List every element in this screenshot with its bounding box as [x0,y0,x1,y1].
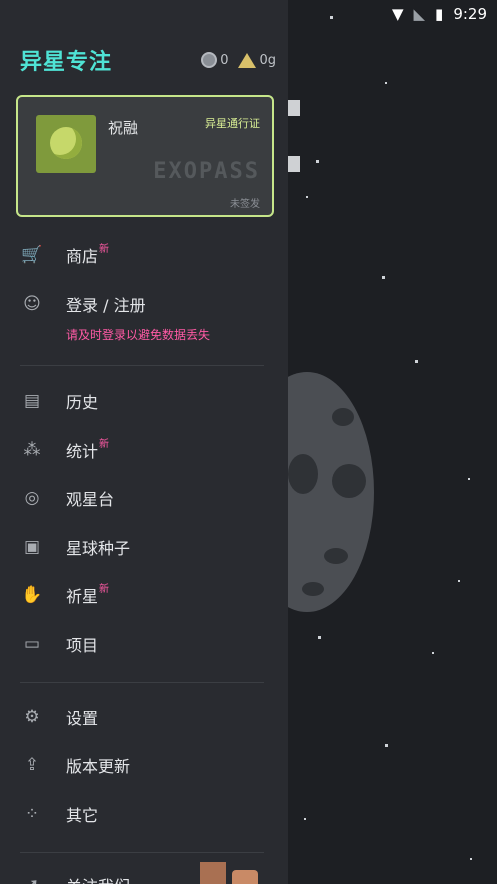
menu-label: 关注我们 [66,873,130,884]
drawer-header: 异星专注 0 0g [20,40,276,80]
star [382,276,385,279]
edge-marker [288,156,300,172]
star [318,636,321,639]
stats-icon: ⁂ [23,440,41,460]
currency-bar: 0 0g [201,52,276,68]
exopass-card[interactable]: 祝融 异星通行证 EXOPASS 未签发 [16,95,274,217]
upload-icon: ⇪ [24,755,40,775]
star [330,16,333,19]
menu-label: 星球种子 [66,539,131,558]
person-avatar [200,862,226,884]
menu-label: 其它 [66,806,99,825]
folder-icon: ▭ [23,634,41,654]
menu-item-wish[interactable]: ✋ 祈星 新 [20,582,109,608]
coin-counter[interactable]: 0 [201,52,228,68]
new-badge: 新 [99,583,110,595]
divider [20,852,264,853]
wish-hand-icon: ✋ [21,585,43,605]
star [432,652,434,654]
menu-item-stats[interactable]: ⁂ 统计 新 [20,437,110,463]
person-avatar [232,870,258,884]
menu-label: 商店 [66,247,99,266]
coin-count: 0 [220,52,229,68]
gold-icon [238,52,257,68]
star [304,818,306,820]
app-title: 异星专注 [20,50,113,75]
pass-title: 异星通行证 [205,117,260,130]
crater [324,548,348,564]
user-icon: ☺ [23,294,41,314]
menu-label: 统计 [66,442,99,461]
battery-icon: ▮ [435,5,444,23]
history-icon: ▤ [23,391,41,411]
edge-marker [288,100,300,116]
crater [302,582,324,596]
wifi-icon: ▼ [391,5,404,23]
menu-item-observatory[interactable]: ◎ 观星台 [20,485,114,511]
planet-seed-icon: ▣ [23,537,41,557]
grid-icon: ⁘ [24,804,40,824]
menu-item-projects[interactable]: ▭ 项目 [20,631,98,657]
star [385,82,387,84]
crater [332,464,366,498]
menu-item-update[interactable]: ⇪ 版本更新 [20,752,130,778]
menu-label: 项目 [66,636,99,655]
gold-count: 0g [259,52,276,68]
star [306,196,308,198]
divider [20,682,264,683]
new-badge: 新 [99,438,110,450]
menu-label: 祈星 [66,587,99,606]
star [316,160,319,163]
coin-icon [201,52,218,68]
menu-label: 版本更新 [66,757,131,776]
menu-item-about[interactable]: ➚ 关注我们 [20,872,130,884]
star [468,478,470,480]
cart-icon: 🛒 [21,245,43,265]
login-warning: 请及时登录以避免数据丢失 [66,328,211,342]
navigation-drawer: 异星专注 0 0g 祝融 异星通行证 EXOPASS 未签发 🛒 商店 新 ☺ … [0,0,288,884]
crater [332,408,354,426]
crater [288,454,318,494]
star [458,580,460,582]
menu-label: 观星台 [66,490,115,509]
menu-item-planet-seed[interactable]: ▣ 星球种子 [20,534,130,560]
gold-counter[interactable]: 0g [238,52,276,68]
avatar [36,115,96,173]
menu-label: 登录 / 注册 [66,296,146,315]
pass-brand-watermark: EXOPASS [153,159,260,184]
menu-item-history[interactable]: ▤ 历史 [20,388,98,414]
team-avatars [200,862,270,884]
pass-status: 未签发 [230,199,260,210]
star [385,744,388,747]
menu-item-settings[interactable]: ⚙ 设置 [20,704,98,730]
menu-item-login[interactable]: ☺ 登录 / 注册 [20,291,146,317]
star [415,360,418,363]
star [470,858,472,860]
menu-label: 历史 [66,393,99,412]
status-time: 9:29 [453,5,487,23]
menu-item-other[interactable]: ⁘ 其它 [20,801,98,827]
user-name: 祝融 [108,119,139,137]
share-icon: ➚ [20,874,44,884]
divider [20,365,264,366]
menu-label: 设置 [66,709,99,728]
observatory-icon: ◎ [24,488,40,508]
signal-icon: ◣ [413,5,426,23]
menu-item-shop[interactable]: 🛒 商店 新 [20,242,109,268]
gear-icon: ⚙ [24,707,40,727]
new-badge: 新 [99,243,110,255]
status-bar: ▼ ◣ ▮ 9:29 [357,0,497,28]
